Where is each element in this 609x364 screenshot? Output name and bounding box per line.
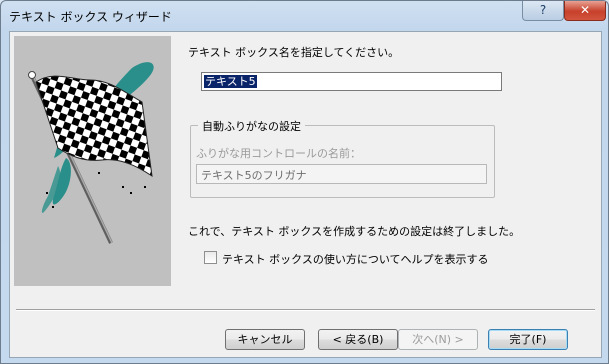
help-checkbox[interactable] [204, 251, 217, 264]
textbox-name-input[interactable]: テキスト5 [201, 72, 502, 91]
footer-separator [16, 309, 595, 311]
help-button[interactable]: ? [522, 1, 564, 21]
cancel-button[interactable]: キャンセル [225, 329, 305, 350]
help-checkbox-label[interactable]: テキスト ボックスの使い方についてヘルプを表示する [222, 251, 489, 267]
furigana-control-field[interactable]: テキスト5のフリガナ [196, 164, 487, 184]
finish-message: これで、テキスト ボックスを作成するための設定は終了しました。 [188, 225, 521, 238]
finish-button[interactable]: 完了(F) [488, 329, 568, 350]
help-icon: ? [539, 3, 547, 17]
title-bar[interactable]: テキスト ボックス ウィザード ? ✕ [1, 1, 608, 31]
close-icon: ✕ [579, 3, 591, 17]
wizard-illustration [14, 36, 171, 286]
textbox-name-value: テキスト5 [204, 75, 257, 88]
furigana-group: 自動ふりがなの設定 [190, 118, 495, 198]
next-button[interactable]: 次へ(N) > [398, 329, 478, 350]
wizard-body: テキスト ボックス名を指定してください。 テキスト5 自動ふりがなの設定 ふりが… [9, 31, 602, 358]
close-button[interactable]: ✕ [564, 1, 606, 21]
wizard-window: テキスト ボックス ウィザード ? ✕ テキスト ボックス名を指定してください。… [0, 0, 609, 364]
window-title: テキスト ボックス ウィザード [9, 10, 172, 24]
furigana-control-label: ふりがな用コントロールの名前： [196, 147, 361, 160]
name-prompt-label: テキスト ボックス名を指定してください。 [188, 46, 400, 59]
furigana-control-value: テキスト5のフリガナ [201, 169, 307, 182]
furigana-group-title: 自動ふりがなの設定 [198, 118, 305, 134]
back-button[interactable]: < 戻る(B) [318, 329, 398, 350]
checkered-flag-icon [28, 62, 154, 244]
